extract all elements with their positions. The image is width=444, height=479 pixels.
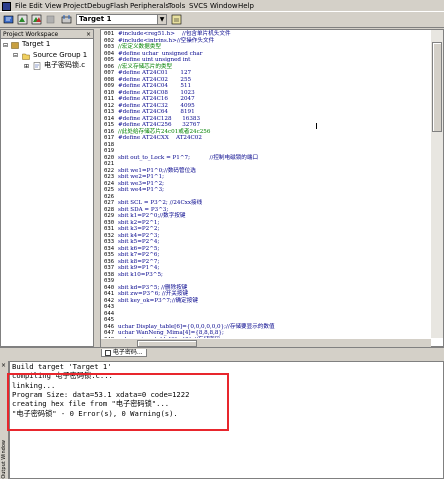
download-icon[interactable] bbox=[61, 14, 72, 25]
project-workspace-header: Project Workspace × bbox=[1, 30, 93, 39]
menu-edit[interactable]: Edit bbox=[29, 2, 43, 10]
scrollbar-thumb[interactable] bbox=[432, 42, 442, 132]
target-folder-icon bbox=[11, 42, 19, 49]
menu-project[interactable]: Project bbox=[63, 2, 87, 10]
folder-icon bbox=[22, 53, 30, 60]
menu-tools[interactable]: Tools bbox=[168, 2, 185, 10]
menu-help[interactable]: Help bbox=[238, 2, 254, 10]
c-file-icon bbox=[33, 62, 41, 70]
project-workspace-panel bbox=[0, 29, 94, 347]
menu-view[interactable]: View bbox=[45, 2, 62, 10]
chevron-down-icon[interactable]: ▼ bbox=[157, 15, 166, 24]
text-cursor bbox=[316, 123, 317, 129]
menu-peripherals[interactable]: Peripherals bbox=[130, 2, 169, 10]
code-line[interactable]: sbit out_to_Lock = P1^7; //控制电磁锁的端口 bbox=[118, 155, 258, 162]
tree-item-file[interactable]: 电子密码锁.c bbox=[44, 61, 85, 70]
tab-editor-file-label: 电子密码... bbox=[112, 349, 143, 356]
target-select[interactable]: Target 1 ▼ bbox=[76, 14, 167, 25]
scrollbar-thumb[interactable] bbox=[137, 340, 197, 347]
tree-item-target[interactable]: Target 1 bbox=[22, 40, 50, 49]
stop-build-icon[interactable] bbox=[45, 14, 56, 25]
vertical-scrollbar[interactable] bbox=[431, 30, 443, 338]
tree-collapse-group-icon[interactable]: ⊟ bbox=[13, 51, 18, 60]
target-options-icon[interactable] bbox=[171, 14, 182, 25]
rebuild-icon[interactable] bbox=[31, 14, 42, 25]
app-icon bbox=[2, 2, 11, 11]
menu-bar: File Edit View Project Debug Flash Perip… bbox=[0, 0, 444, 12]
tree-collapse-target-icon[interactable]: ⊟ bbox=[3, 41, 8, 50]
c-file-icon bbox=[105, 349, 111, 356]
compile-icon[interactable] bbox=[3, 14, 14, 25]
build-icon[interactable] bbox=[17, 14, 28, 25]
horizontal-scrollbar[interactable] bbox=[101, 338, 431, 347]
output-window-label: Output Window bbox=[1, 440, 7, 479]
menu-svcs[interactable]: SVCS bbox=[189, 2, 208, 10]
menu-debug[interactable]: Debug bbox=[87, 2, 110, 10]
menu-file[interactable]: File bbox=[15, 2, 27, 10]
close-icon[interactable]: × bbox=[1, 362, 6, 369]
target-select-value: Target 1 bbox=[79, 15, 112, 23]
code-line[interactable]: sbit key_ok=P3^7;//确定按键 bbox=[118, 298, 198, 305]
code-line[interactable]: #define AT24CXX AT24C02 bbox=[118, 135, 202, 142]
code-line[interactable]: sbit k10=P3^5; bbox=[118, 272, 163, 279]
menu-flash[interactable]: Flash bbox=[110, 2, 128, 10]
toolbar: Target 1 ▼ bbox=[0, 12, 444, 28]
project-workspace-title: Project Workspace bbox=[3, 31, 59, 38]
tree-item-source-group[interactable]: Source Group 1 bbox=[33, 51, 87, 60]
code-line[interactable]: sbit we4=P1^3; bbox=[118, 187, 164, 194]
tree-expand-file-icon[interactable]: ⊞ bbox=[24, 62, 29, 71]
tab-editor-file[interactable]: 电子密码... bbox=[101, 349, 147, 357]
close-icon[interactable]: × bbox=[86, 30, 91, 39]
editor-tab-bar: 电子密码... bbox=[0, 347, 444, 357]
build-output-line: Build target 'Target 1' bbox=[12, 362, 112, 371]
highlight-box bbox=[7, 373, 229, 431]
menu-window[interactable]: Window bbox=[210, 2, 238, 10]
